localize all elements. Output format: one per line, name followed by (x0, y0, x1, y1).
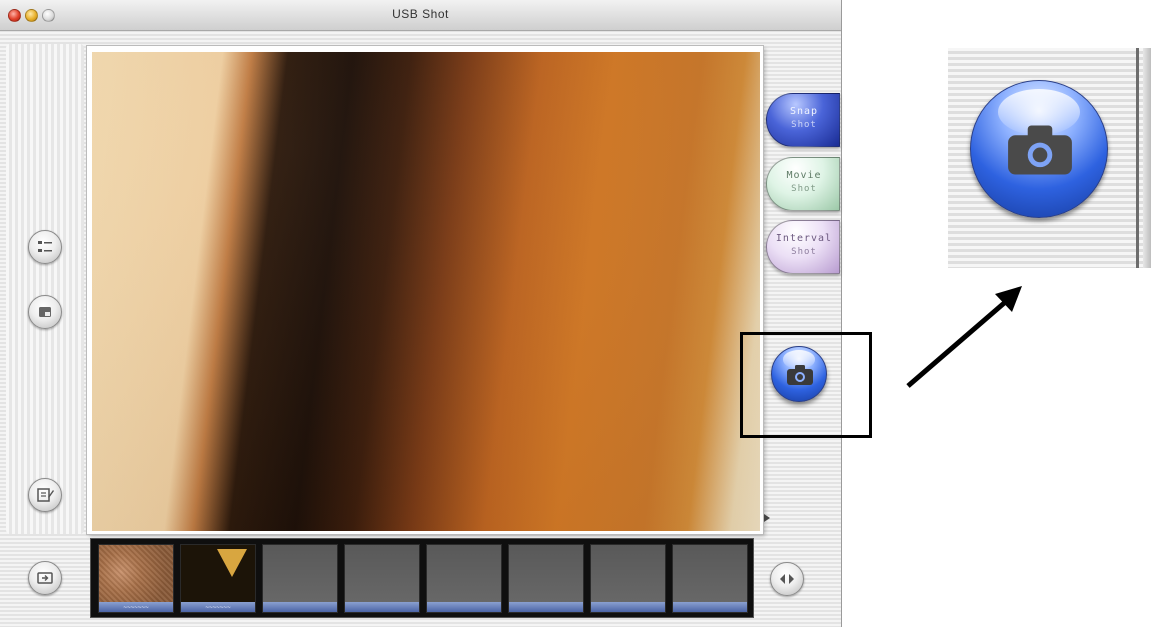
zoomed-inset (948, 48, 1151, 268)
thumbnail-caption: ~~~~~~~ (205, 604, 231, 611)
thumbnail-caption-bar (591, 602, 665, 612)
settings-list-icon (38, 241, 52, 252)
inset-edge (1143, 48, 1151, 268)
thumbnail-1[interactable]: ~~~~~~~ (98, 544, 174, 613)
snap-shot-button[interactable]: Snap Shot (766, 93, 840, 147)
strip-navigation-button[interactable] (770, 562, 804, 596)
thumbnail-2[interactable]: ~~~~~~~ (180, 544, 256, 613)
thumbnail-slot-5[interactable] (426, 544, 502, 613)
movie-shot-sublabel: Shot (791, 184, 817, 194)
save-photo-button[interactable] (28, 295, 62, 329)
interval-shot-label: Interval (775, 233, 833, 244)
thumbnail-caption-bar (263, 602, 337, 612)
thumbnail-caption-bar (673, 602, 747, 612)
thumbnail-caption-bar (345, 602, 419, 612)
export-button[interactable] (28, 561, 62, 595)
save-photo-icon (39, 307, 51, 317)
thumbnail-slot-7[interactable] (590, 544, 666, 613)
callout-arrow (906, 286, 1022, 388)
camera-icon (1008, 125, 1072, 175)
movie-shot-button[interactable]: Movie Shot (766, 157, 840, 211)
thumbnail-caption-bar (509, 602, 583, 612)
expand-triangle-icon[interactable] (764, 514, 770, 522)
prev-next-arrows-icon (780, 574, 794, 584)
highlight-box (740, 332, 872, 438)
settings-list-button[interactable] (28, 230, 62, 264)
title-bar[interactable]: USB Shot (0, 0, 841, 31)
camera-live-preview (92, 52, 760, 531)
app-window: USB Shot Snap Shot Movie Shot Interval S… (0, 0, 842, 627)
thumbnail-slot-6[interactable] (508, 544, 584, 613)
inset-divider (1136, 48, 1139, 268)
edit-note-button[interactable] (28, 478, 62, 512)
edit-note-icon (37, 488, 54, 502)
camera-capture-button-zoomed (970, 80, 1108, 218)
interval-shot-button[interactable]: Interval Shot (766, 220, 840, 274)
thumbnail-slot-4[interactable] (344, 544, 420, 613)
snap-shot-sublabel: Shot (791, 120, 817, 130)
thumbnail-slot-3[interactable] (262, 544, 338, 613)
thumbnail-caption-bar (427, 602, 501, 612)
snap-shot-label: Snap (789, 106, 819, 117)
movie-shot-label: Movie (786, 170, 822, 181)
export-icon (37, 572, 53, 584)
thumbnail-image-shape (217, 549, 247, 577)
left-tool-strip (6, 44, 84, 534)
interval-shot-sublabel: Shot (791, 247, 817, 257)
window-title: USB Shot (392, 7, 449, 21)
thumbnail-strip: ~~~~~~~ ~~~~~~~ (90, 538, 754, 618)
thumbnail-caption: ~~~~~~~ (123, 604, 149, 611)
thumbnail-slot-8[interactable] (672, 544, 748, 613)
